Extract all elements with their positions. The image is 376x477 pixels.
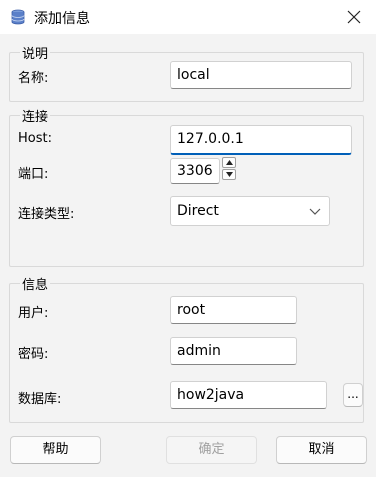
host-input[interactable]: 127.0.0.1 — [170, 125, 352, 155]
title-bar: 添加信息 — [0, 0, 376, 34]
connection-type-value: Direct — [177, 203, 219, 219]
database-input[interactable]: how2java — [170, 381, 327, 409]
arrow-up-icon — [225, 160, 233, 165]
user-label: 用户: — [18, 306, 49, 321]
ok-button[interactable]: 确定 — [166, 436, 257, 464]
spin-down-button[interactable] — [222, 169, 236, 180]
name-label: 名称: — [18, 71, 49, 86]
help-button[interactable]: 帮助 — [10, 436, 101, 464]
database-label: 数据库: — [18, 392, 62, 407]
group-title-description: 说明 — [20, 43, 51, 62]
close-icon[interactable] — [346, 9, 362, 25]
password-label: 密码: — [18, 347, 49, 362]
database-icon — [11, 9, 25, 25]
port-input[interactable]: 3306 — [170, 158, 220, 184]
connection-type-select[interactable]: Direct — [170, 196, 330, 226]
password-input[interactable]: admin — [170, 337, 297, 365]
group-title-connection: 连接 — [20, 106, 51, 125]
chevron-down-icon — [309, 208, 321, 215]
group-title-info: 信息 — [20, 274, 51, 293]
port-spinner — [222, 157, 238, 181]
arrow-down-icon — [225, 172, 233, 177]
browse-database-button[interactable]: ... — [343, 383, 363, 407]
user-input[interactable]: root — [170, 296, 297, 324]
port-label: 端口: — [18, 167, 49, 182]
host-label: Host: — [18, 131, 52, 146]
spin-up-button[interactable] — [222, 157, 236, 168]
connection-type-label: 连接类型: — [18, 207, 75, 222]
name-input[interactable]: local — [170, 61, 352, 89]
window-title: 添加信息 — [34, 11, 90, 27]
cancel-button[interactable]: 取消 — [276, 436, 367, 464]
